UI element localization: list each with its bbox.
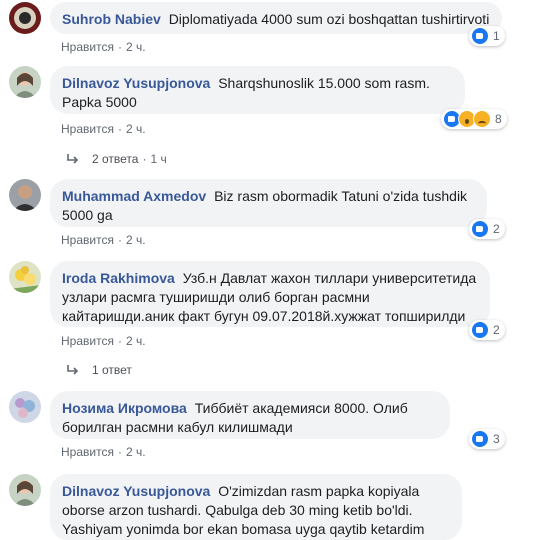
comment-time[interactable]: 2 ч. <box>126 40 146 54</box>
comment-bubble: Dilnavoz Yusupjonova O'zimizdan rasm pap… <box>50 474 462 540</box>
like-reaction-icon <box>471 321 489 339</box>
comment-bubble: Muhammad Axmedov Biz rasm obormadik Tatu… <box>50 179 487 227</box>
like-reaction-icon <box>471 27 489 45</box>
comment-bubble: Dilnavoz Yusupjonova Sharqshunoslik 15.0… <box>50 66 465 114</box>
avatar[interactable] <box>9 2 41 34</box>
reply-arrow-icon <box>67 154 79 164</box>
avatar[interactable] <box>9 391 41 423</box>
comment-time[interactable]: 2 ч. <box>126 334 146 348</box>
like-reaction-icon <box>471 430 489 448</box>
reactions-summary[interactable]: 2 <box>469 320 505 340</box>
comment-meta: Нравится · 2 ч. <box>61 445 146 459</box>
comment-author[interactable]: Dilnavoz Yusupjonova <box>62 75 210 91</box>
like-reaction-icon <box>471 220 489 238</box>
comment-meta: Нравится · 2 ч. <box>61 40 146 54</box>
reactions-summary[interactable]: 8 <box>441 109 507 129</box>
reaction-count: 2 <box>493 323 500 337</box>
comment-author[interactable]: Muhammad Axmedov <box>62 188 206 204</box>
comment-bubble: Suhrob Nabiev Diplomatiyada 4000 sum ozi… <box>50 2 502 34</box>
reactions-summary[interactable]: 1 <box>469 26 505 46</box>
like-link[interactable]: Нравится <box>61 122 114 136</box>
comment-meta: Нравится · 2 ч. <box>61 334 146 348</box>
replies-time: 1 ч <box>150 152 167 166</box>
comment-author[interactable]: Нозима Икромова <box>62 400 187 416</box>
reaction-count: 3 <box>493 432 500 446</box>
sad-reaction-icon <box>473 110 491 128</box>
comment-time[interactable]: 2 ч. <box>126 233 146 247</box>
reply-arrow-icon <box>67 365 79 375</box>
avatar[interactable] <box>9 66 41 98</box>
comment-meta: Нравится · 2 ч. <box>61 233 146 247</box>
view-replies-link[interactable]: 2 ответа · 1 ч <box>66 152 167 166</box>
comment-text: Diplomatiyada 4000 sum ozi boshqattan tu… <box>168 11 490 27</box>
reactions-summary[interactable]: 2 <box>469 219 505 239</box>
replies-count[interactable]: 2 ответа <box>92 152 138 166</box>
avatar[interactable] <box>9 474 41 506</box>
replies-count[interactable]: 1 ответ <box>92 363 132 377</box>
like-link[interactable]: Нравится <box>61 445 114 459</box>
comment-author[interactable]: Iroda Rakhimova <box>62 270 175 286</box>
comment-time[interactable]: 2 ч. <box>126 122 146 136</box>
reaction-count: 1 <box>493 29 500 43</box>
like-link[interactable]: Нравится <box>61 334 114 348</box>
avatar[interactable] <box>9 179 41 211</box>
comment-meta: Нравится · 2 ч. <box>61 122 146 136</box>
like-link[interactable]: Нравится <box>61 233 114 247</box>
reactions-summary[interactable]: 3 <box>469 429 505 449</box>
like-link[interactable]: Нравится <box>61 40 114 54</box>
comment-bubble: Нозима Икромова Тиббиёт академияси 8000.… <box>50 391 450 439</box>
avatar[interactable] <box>9 261 41 293</box>
comment-author[interactable]: Suhrob Nabiev <box>62 11 161 27</box>
reaction-count: 8 <box>495 112 502 126</box>
comment-author[interactable]: Dilnavoz Yusupjonova <box>62 483 210 499</box>
view-replies-link[interactable]: 1 ответ <box>66 363 132 377</box>
comment-time[interactable]: 2 ч. <box>126 445 146 459</box>
reaction-count: 2 <box>493 222 500 236</box>
comment-bubble: Iroda Rakhimova Узб.н Давлат жахон тилла… <box>50 261 490 327</box>
